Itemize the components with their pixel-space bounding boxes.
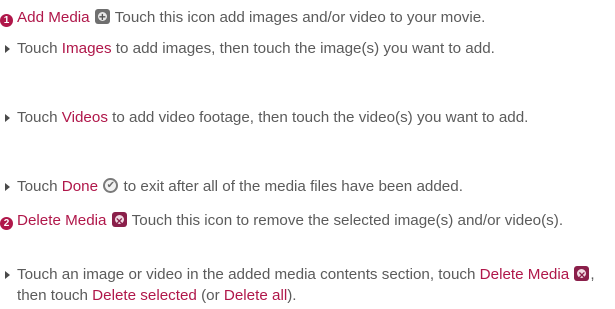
add-media-title: Add Media: [17, 9, 90, 26]
keyword-delete-media: Delete Media: [479, 266, 570, 283]
item-add-media: 1 Add Media Touch this icon add images an…: [0, 7, 615, 28]
bullet-images: Touch Images to add images, then touch t…: [17, 40, 495, 57]
add-media-icon: [94, 7, 110, 28]
delete-media-description: Touch this icon to remove the selected i…: [127, 212, 564, 229]
bullet-videos: Touch Videos to add video footage, then …: [17, 109, 529, 126]
keyword-images: Images: [61, 40, 112, 57]
bullet-icon: [5, 183, 10, 191]
keyword-delete-all: Delete all: [223, 287, 288, 304]
delete-media-icon: [574, 265, 590, 286]
keyword-done: Done: [61, 178, 99, 195]
step-number-1: 1: [0, 14, 13, 27]
keyword-delete-selected: Delete selected: [92, 287, 197, 304]
done-check-icon: [103, 178, 119, 193]
delete-media-title: Delete Media: [17, 212, 107, 229]
bullet-delete-instructions: Touch an image or video in the added med…: [17, 264, 611, 306]
bullet-icon: [5, 271, 10, 279]
delete-media-icon: [111, 211, 127, 232]
keyword-videos: Videos: [61, 109, 108, 126]
bullet-icon: [5, 114, 10, 122]
item-delete-media: 2 Delete Media Touch this icon to remove …: [0, 210, 605, 232]
step-number-2: 2: [0, 217, 13, 230]
bullet-icon: [5, 45, 10, 53]
add-media-description: Touch this icon add images and/or video …: [110, 9, 486, 26]
bullet-done: Touch Done to exit after all of the medi…: [17, 176, 611, 197]
